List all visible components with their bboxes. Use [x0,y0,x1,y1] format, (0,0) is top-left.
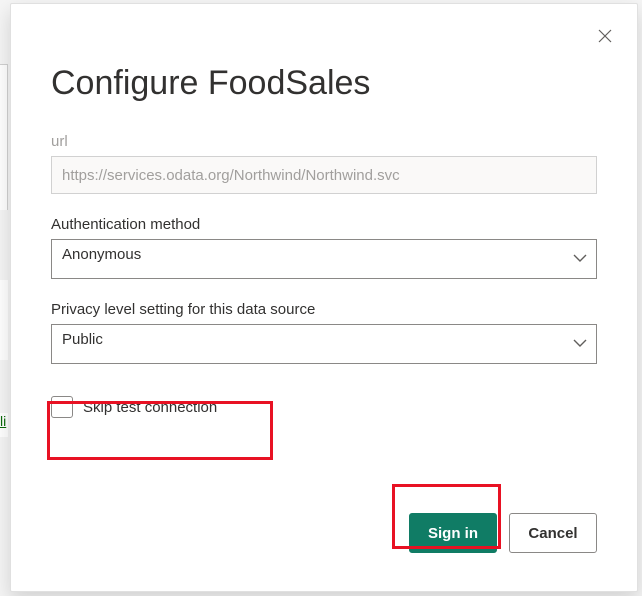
skip-test-label: Skip test connection [83,399,217,416]
configure-dialog: Configure FoodSales url Authentication m… [10,3,638,592]
background-link-fragment: li [0,413,8,437]
skip-test-row: Skip test connection [51,396,597,418]
close-button[interactable] [591,22,619,50]
auth-field-group: Authentication method Anonymous [51,216,597,279]
dialog-footer: Sign in Cancel [409,513,597,553]
url-label: url [51,133,597,150]
background-panel-fragment [0,280,8,360]
auth-label: Authentication method [51,216,597,233]
url-input [51,156,597,194]
auth-select-wrap[interactable]: Anonymous [51,239,597,279]
sign-in-button[interactable]: Sign in [409,513,497,553]
privacy-label: Privacy level setting for this data sour… [51,301,597,318]
close-icon [598,29,612,43]
skip-test-checkbox[interactable] [51,396,73,418]
privacy-select-wrap[interactable]: Public [51,324,597,364]
cancel-button[interactable]: Cancel [509,513,597,553]
privacy-field-group: Privacy level setting for this data sour… [51,301,597,364]
dialog-title: Configure FoodSales [51,64,597,103]
background-panel-fragment [0,64,8,210]
url-field-group: url [51,133,597,194]
privacy-select[interactable]: Public [51,324,597,364]
auth-select[interactable]: Anonymous [51,239,597,279]
